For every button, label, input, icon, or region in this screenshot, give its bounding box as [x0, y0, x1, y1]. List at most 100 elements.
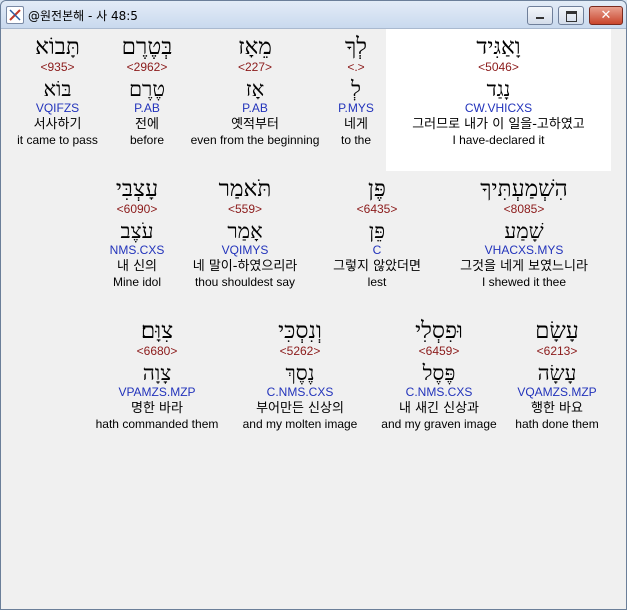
word-block[interactable]: עָשָׂם <6213> עָשָׂה VQAMZS.MZP 행한 바요 ha…	[508, 318, 606, 432]
english-gloss: hath commanded them	[95, 417, 219, 431]
strong-number: <227>	[237, 60, 273, 74]
parsing-code: VQIMYS	[221, 243, 269, 257]
word-block[interactable]: עָצְבִּי <6090> עֹצֶב NMS.CXS 내 신의 Mine …	[100, 176, 174, 290]
korean-gloss: 명한 바라	[131, 401, 183, 416]
hebrew-root: נֶסֶךְ	[285, 361, 315, 385]
parsing-code: VPAMZS.MZP	[118, 385, 196, 399]
korean-gloss: 그것을 네게 보였느니라	[460, 259, 588, 274]
parsing-code: C	[372, 243, 382, 257]
word-block[interactable]: בְּטֶרֶם <2962> טֶרֶם P.AB 전에 before	[111, 34, 183, 148]
english-gloss: thou shouldest say	[194, 275, 296, 289]
hebrew-word: מֵאָז	[238, 34, 272, 60]
strong-number: <6213>	[536, 344, 578, 358]
maximize-icon	[566, 11, 577, 22]
maximize-button[interactable]	[558, 6, 584, 25]
hebrew-root: אָז	[245, 77, 265, 101]
hebrew-root: עָשָׂה	[537, 361, 577, 385]
word-block[interactable]: מֵאָז <227> אָז P.AB 옛적부터 even from the …	[183, 34, 327, 148]
english-gloss: and my graven image	[381, 417, 497, 431]
korean-gloss: 내 새긴 신상과	[398, 401, 480, 416]
word-block[interactable]: תֹּאמַר <559> אָמַר VQIMYS 네 말이-하였으리라 th…	[176, 176, 314, 290]
english-gloss: I shewed it thee	[481, 275, 567, 289]
word-block[interactable]: פֶּן <6435> פֵּן C 그렇지 않았더면 lest	[316, 176, 438, 290]
strong-number: <6090>	[116, 202, 158, 216]
strong-number: <8085>	[503, 202, 545, 216]
korean-gloss: 서사하기	[33, 117, 82, 132]
hebrew-root: שָׁמַע	[504, 219, 544, 243]
hebrew-word: תָּבוֹא	[35, 34, 80, 60]
hebrew-word: וּפִסְלִי	[415, 318, 463, 344]
parsing-code: NMS.CXS	[109, 243, 165, 257]
hebrew-root: נָגַד	[486, 77, 511, 101]
korean-gloss: 옛적부터	[231, 117, 279, 132]
english-gloss: to the	[340, 133, 372, 147]
hebrew-root: פֵּן	[368, 219, 386, 243]
word-block[interactable]: לְךָ <.> לְ P.MYS 네게 to the	[327, 34, 385, 148]
korean-gloss: 부어만든 신상의	[256, 401, 344, 416]
parsing-code: CW.VHICXS	[464, 101, 533, 115]
hebrew-word: עָשָׂם	[535, 318, 579, 344]
strong-number: <6435>	[356, 202, 398, 216]
strong-number: <2962>	[126, 60, 168, 74]
word-block[interactable]: תָּבוֹא <935> בּוֹא VQIFZS 서사하기 it came …	[6, 34, 109, 148]
word-block[interactable]: וָאַגִּיד <5046> נָגַד CW.VHICXS 그러므로 내가…	[386, 34, 611, 148]
parsing-code: VQAMZS.MZP	[517, 385, 597, 399]
korean-gloss: 그러므로 내가 이 일을-고하였고	[412, 117, 585, 132]
hebrew-word: הִשְׁמַעְתִּיךָ	[480, 176, 568, 202]
korean-gloss: 전에	[135, 117, 159, 132]
word-block[interactable]: הִשְׁמַעְתִּיךָ <8085> שָׁמַע VHACXS.MYS…	[440, 176, 608, 290]
app-window: @원전본해 - 사 48:5 ✕ וָאַגִּיד <5046> נָגַד …	[0, 0, 627, 610]
strong-number: <5046>	[478, 60, 519, 74]
hebrew-word: עָצְבִּי	[115, 176, 159, 202]
korean-gloss: 네 말이-하였으리라	[192, 259, 298, 274]
english-gloss: before	[129, 133, 165, 147]
hebrew-root: עֹצֶב	[120, 219, 154, 243]
strong-number: <935>	[40, 60, 75, 74]
hebrew-word: לְךָ	[344, 34, 368, 60]
word-block[interactable]: וְנִסְכִּי <5262> נֶסֶךְ C.NMS.CXS 부어만든 …	[232, 318, 368, 432]
hebrew-word: וָאַגִּיד	[476, 34, 521, 60]
english-gloss: I have-declared it	[452, 133, 545, 147]
parsing-code: P.MYS	[338, 101, 374, 115]
app-icon[interactable]	[6, 6, 24, 24]
strong-number: <.>	[347, 60, 365, 74]
korean-gloss: 그렇지 않았더면	[333, 259, 421, 274]
korean-gloss: 네게	[344, 117, 368, 132]
hebrew-root: לְ	[351, 77, 361, 101]
parsing-code: C.NMS.CXS	[266, 385, 334, 399]
strong-number: <6459>	[418, 344, 460, 358]
korean-gloss: 행한 바요	[531, 401, 583, 416]
hebrew-root: פֶּסֶל	[422, 361, 456, 385]
english-gloss: it came to pass	[17, 133, 98, 147]
window-title: @원전본해 - 사 48:5	[28, 9, 138, 23]
hebrew-word: בְּטֶרֶם	[121, 34, 173, 60]
parsing-code: VHACXS.MYS	[484, 243, 564, 257]
english-gloss: Mine idol	[112, 275, 162, 289]
parsing-code: C.NMS.CXS	[405, 385, 473, 399]
strong-number: <5262>	[279, 344, 321, 358]
hebrew-root: צָוָה	[142, 361, 172, 385]
word-block[interactable]: וּפִסְלִי <6459> פֶּסֶל C.NMS.CXS 내 새긴 신…	[372, 318, 506, 432]
hebrew-root: בּוֹא	[43, 77, 72, 101]
close-icon: ✕	[600, 8, 612, 23]
close-button[interactable]: ✕	[589, 6, 623, 25]
english-gloss: hath done them	[515, 417, 599, 431]
hebrew-word: פֶּן	[368, 176, 386, 202]
hebrew-word: וְנִסְכִּי	[278, 318, 322, 344]
english-gloss: lest	[367, 275, 387, 289]
english-gloss: and my molten image	[242, 417, 358, 431]
title-bar[interactable]: @원전본해 - 사 48:5 ✕	[1, 1, 626, 29]
strong-number: <6680>	[136, 344, 178, 358]
english-gloss: even from the beginning	[190, 133, 320, 147]
hebrew-word: תֹּאמַר	[218, 176, 272, 202]
korean-gloss: 내 신의	[116, 259, 157, 274]
interlinear-content[interactable]: וָאַגִּיד <5046> נָגַד CW.VHICXS 그러므로 내가…	[2, 29, 624, 607]
parsing-code: P.AB	[242, 101, 268, 115]
minimize-button[interactable]	[527, 6, 553, 25]
parsing-code: VQIFZS	[35, 101, 80, 115]
hebrew-root: טֶרֶם	[128, 77, 166, 101]
word-block[interactable]: צִוָּם׃ <6680> צָוָה VPAMZS.MZP 명한 바라 ha…	[86, 318, 228, 432]
strong-number: <559>	[227, 202, 263, 216]
hebrew-word: צִוָּם׃	[140, 318, 174, 344]
hebrew-root: אָמַר	[227, 219, 263, 243]
